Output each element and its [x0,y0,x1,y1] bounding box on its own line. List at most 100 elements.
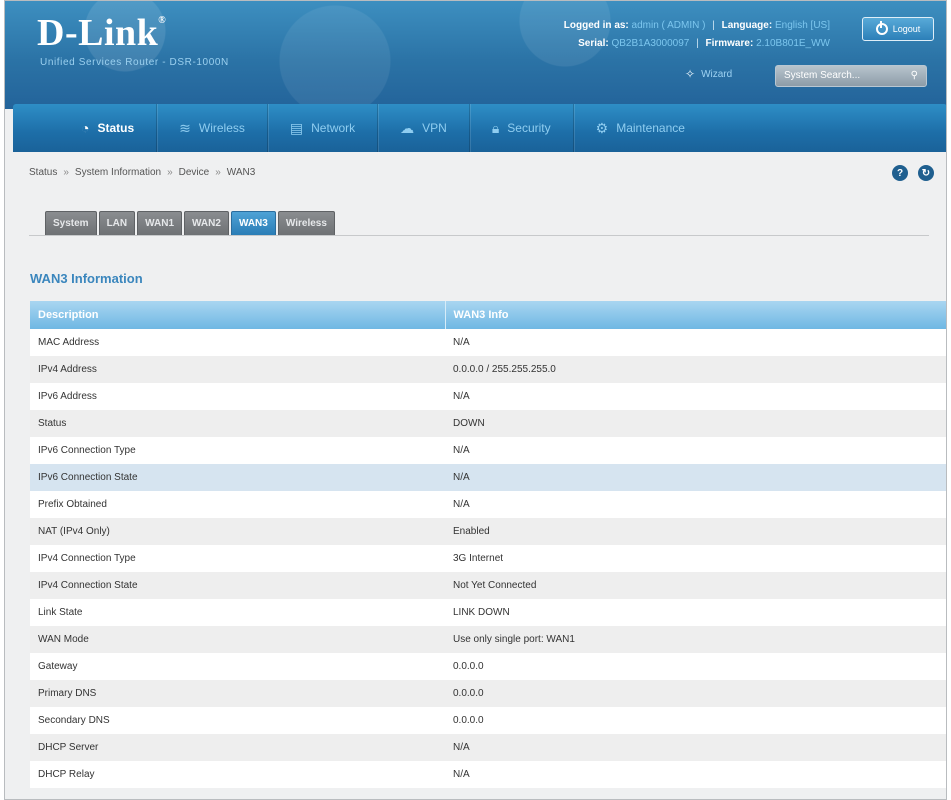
logged-in-label: Logged in as: [563,20,629,31]
row-description: IPv4 Address [30,356,445,383]
serial-value: QB2B1A3000097 [611,38,690,49]
dlink-logo: D-Link® [37,12,167,54]
network-icon: ▤ [289,119,304,136]
table-row: Link State LINK DOWN [30,599,946,626]
row-description: NAT (IPv4 Only) [30,518,445,545]
row-value: 0.0.0.0 [453,715,484,726]
table-row: IPv6 Address N/A [30,383,946,410]
refresh-icon[interactable]: ↻ [918,165,934,181]
breadcrumb-separator: » [167,167,173,178]
wizard-link[interactable]: ✧ Wizard [685,67,732,81]
column-header[interactable]: Description [30,301,445,329]
table-row: Secondary DNS 0.0.0.0 [30,707,946,734]
wand-icon: ✧ [685,67,696,81]
breadcrumb-separator: » [215,167,221,178]
logged-in-user: admin ( ADMIN ) [631,20,706,31]
router-admin-window: D-Link® Unified Services Router - DSR-10… [4,0,947,800]
firmware-label: Firmware: [705,38,754,49]
row-description: Prefix Obtained [38,499,107,510]
table-row: IPv4 Connection Type 3G Internet [30,545,946,572]
table-row: MAC Address N/A [30,329,946,356]
row-value: Use only single port: WAN1 [445,626,946,653]
nav-maintenance[interactable]: ⚙ Maintenance [574,104,707,152]
tab-wireless[interactable]: Wireless [277,211,335,235]
row-value: Not Yet Connected [445,572,946,599]
firmware-value: 2.10B801E_WW [756,38,830,49]
row-value: DOWN [445,410,946,437]
wifi-icon: ≋ [179,119,191,136]
row-value: 0.0.0.0 [453,661,484,672]
table-row: IPv6 Connection State N/A [30,464,946,491]
help-icon[interactable]: ? [892,165,908,181]
tab-wan2[interactable]: WAN2 [184,211,229,235]
row-description: DHCP Relay [38,769,95,780]
gears-icon: ⚙ [595,119,609,136]
row-value: 0.0.0.0 [445,680,946,707]
power-icon [875,21,888,35]
row-value: N/A [453,391,470,402]
row-value: N/A [445,734,946,761]
search-placeholder: System Search... [784,70,861,81]
row-description: IPv6 Address [38,391,97,402]
tab-wan3[interactable]: WAN3 [230,211,276,235]
row-description: Secondary DNS [38,715,110,726]
product-subtitle: Unified Services Router - DSR-1000N [40,57,229,68]
table-row: DHCP Server N/A [30,734,946,761]
tab-lan[interactable]: LAN [98,211,136,235]
row-description: Gateway [38,661,78,672]
breadcrumb: Status » System Information » Device » W… [29,167,255,178]
section-title: WAN3 Information [30,271,143,286]
serial-label: Serial: [578,38,609,49]
nav-wireless[interactable]: ≋ Wireless [157,104,268,152]
breadcrumb-item[interactable]: System Information [75,167,161,178]
main-nav: ◔ Status ≋ Wireless ▤ Network ☁ VPN 🔒︎ S… [13,104,946,152]
logout-label: Logout [892,24,921,34]
system-search-input[interactable]: System Search... ⚲ [775,65,927,87]
table-row: DHCP Relay N/A [30,761,946,788]
header: D-Link® Unified Services Router - DSR-10… [5,1,946,109]
row-value: N/A [453,337,470,348]
row-value: N/A [453,769,470,780]
row-description: IPv6 Connection State [30,464,445,491]
nav-security[interactable]: 🔒︎ Security [470,104,574,152]
nav-vpn[interactable]: ☁ VPN [378,104,470,152]
table-row: IPv4 Connection State Not Yet Connected [30,572,946,599]
row-description: IPv4 Connection State [30,572,445,599]
table-row: Status DOWN [30,410,946,437]
breadcrumb-item[interactable]: Device [179,167,210,178]
row-value: N/A [453,499,470,510]
breadcrumb-separator: » [63,167,69,178]
nav-status-label: Status [97,121,135,135]
table-row: Prefix Obtained N/A [30,491,946,518]
tab-divider [29,235,929,236]
nav-wireless-label: Wireless [198,121,245,135]
logout-button[interactable]: Logout [862,17,934,41]
row-description: Status [30,410,445,437]
table-row: NAT (IPv4 Only) Enabled [30,518,946,545]
table-row: Gateway 0.0.0.0 [30,653,946,680]
table-row: Primary DNS 0.0.0.0 [30,680,946,707]
session-info: Logged in as: admin ( ADMIN ) | Language… [563,20,830,49]
nav-security-label: Security [507,121,551,135]
table-row: IPv4 Address 0.0.0.0 / 255.255.255.0 [30,356,946,383]
row-value: N/A [445,464,946,491]
wizard-label: Wizard [701,68,733,80]
gauge-icon: ◔ [81,120,90,136]
table-row: WAN Mode Use only single port: WAN1 [30,626,946,653]
table-row: IPv6 Connection Type N/A [30,437,946,464]
tab-system[interactable]: System [45,211,97,235]
nav-maintenance-label: Maintenance [616,121,685,135]
breadcrumb-item[interactable]: Status [29,167,57,178]
device-tabs: System LAN WAN1 WAN2 WAN3 Wireless [45,211,335,235]
tab-wan1[interactable]: WAN1 [137,211,183,235]
row-value: Enabled [445,518,946,545]
search-icon[interactable]: ⚲ [911,70,918,82]
table-body: MAC Address N/A IPv4 Address 0.0.0.0 / 255.… [30,329,946,788]
table-header-row: Description WAN3 Info [30,301,946,329]
language-value[interactable]: English [US] [775,20,830,31]
column-header[interactable]: WAN3 Info [444,301,946,329]
nav-status[interactable]: ◔ Status [59,104,158,152]
nav-network[interactable]: ▤ Network [268,104,379,152]
row-description: IPv4 Connection Type [38,553,136,564]
row-description: DHCP Server [30,734,445,761]
